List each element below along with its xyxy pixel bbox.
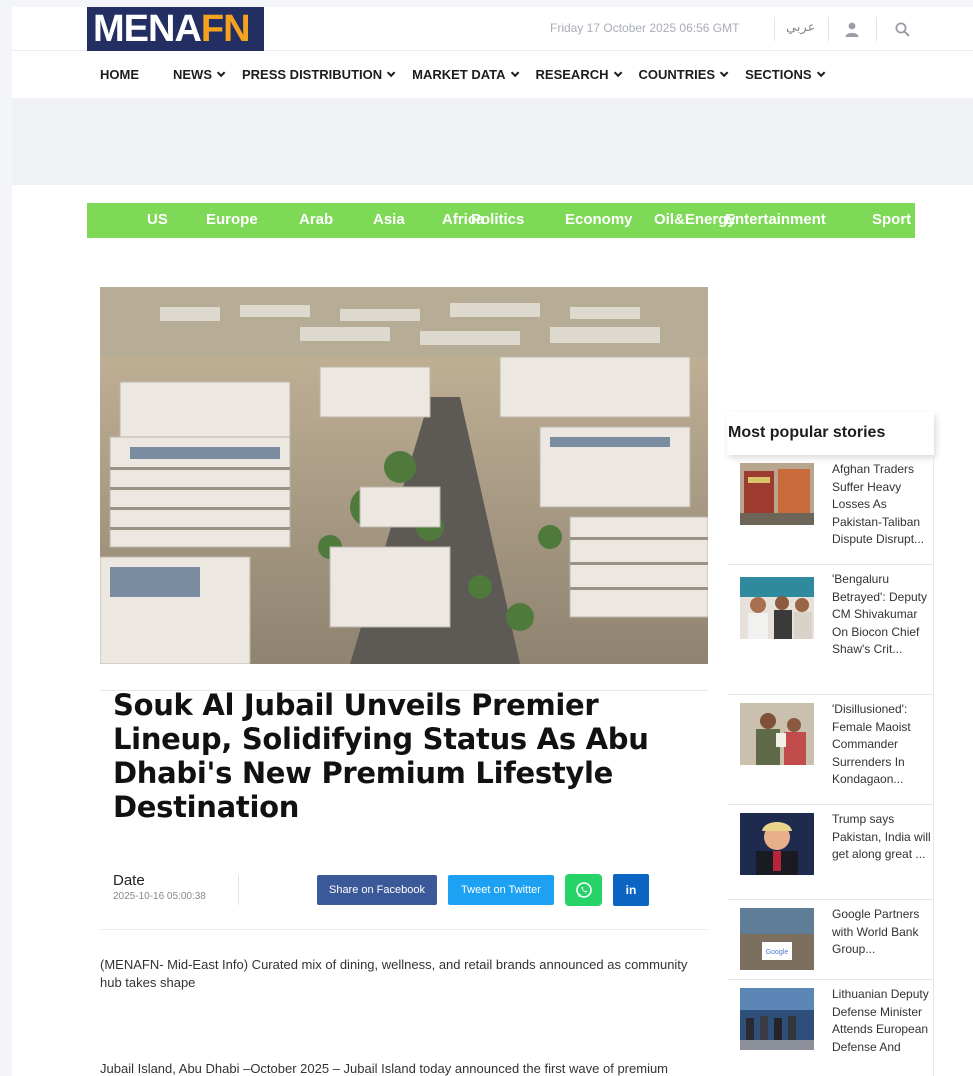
nav-label: MARKET DATA [412, 67, 506, 82]
ad-banner-placeholder [12, 98, 973, 185]
article-title: Souk Al Jubail Unveils Premier Lineup, S… [113, 688, 649, 824]
popular-story[interactable]: Google Google Partners with World Bank G… [728, 900, 934, 980]
nav-label: COUNTRIES [638, 67, 716, 82]
nav-sections[interactable]: SECTIONS [745, 67, 825, 82]
chevron-down-icon [816, 68, 825, 77]
category-asia[interactable]: Asia [373, 211, 405, 228]
category-us[interactable]: US [147, 211, 168, 228]
category-arab[interactable]: Arab [299, 211, 333, 228]
menafn-logo[interactable]: MENA FN [87, 7, 264, 51]
divider [876, 17, 877, 41]
current-date: Friday 17 October 2025 06:56 GMT [550, 21, 740, 35]
divider [238, 875, 239, 905]
category-economy[interactable]: Economy [565, 211, 633, 228]
google-sign-text: Google [766, 949, 789, 956]
logo-text-fn: FN [200, 8, 251, 50]
story-title: 'Disillusioned': Female Maoist Commander… [832, 702, 911, 786]
chevron-down-icon [216, 68, 226, 77]
nav-research[interactable]: RESEARCH [535, 67, 622, 82]
nav-countries[interactable]: COUNTRIES [638, 67, 729, 82]
nav-press-distribution[interactable]: PRESS DISTRIBUTION [242, 67, 396, 82]
category-sport[interactable]: Sport [872, 211, 911, 228]
share-linkedin-button[interactable]: in [613, 874, 649, 906]
share-facebook-button[interactable]: Share on Facebook [317, 875, 437, 905]
story-thumbnail [740, 577, 814, 639]
nav-home[interactable]: HOME [100, 67, 139, 82]
top-bar: MENA FN Friday 17 October 2025 06:56 GMT … [12, 7, 973, 51]
whatsapp-icon [575, 882, 592, 898]
article-date: Date 2025-10-16 05:00:38 [113, 872, 206, 902]
category-bar: US Europe Arab Asia Africa Politics Econ… [87, 203, 915, 238]
popular-story[interactable]: 'Disillusioned': Female Maoist Commander… [728, 695, 934, 805]
divider [828, 17, 829, 41]
chevron-down-icon [510, 68, 519, 77]
category-entertainment[interactable]: Entertainment [725, 211, 826, 228]
nav-label: PRESS DISTRIBUTION [242, 67, 383, 82]
story-thumbnail: Google [740, 908, 814, 970]
share-twitter-button[interactable]: Tweet on Twitter [448, 875, 554, 905]
article-paragraph: Jubail Island, Abu Dhabi –October 2025 –… [100, 1061, 669, 1076]
story-thumbnail [740, 813, 814, 875]
most-popular-heading: Most popular stories [727, 412, 934, 455]
story-thumbnail [740, 703, 814, 765]
popular-story[interactable]: Trump says Pakistan, India will get alon… [728, 805, 934, 900]
story-title: Google Partners with World Bank Group... [832, 907, 920, 956]
story-thumbnail [740, 988, 814, 1050]
arabic-language-link[interactable]: عربي [786, 20, 815, 35]
main-navigation: HOME NEWS PRESS DISTRIBUTION MARKET DATA… [12, 51, 973, 98]
logo-text-mena: MENA [93, 8, 202, 50]
story-title: Trump says Pakistan, India will get alon… [832, 812, 931, 861]
story-title: Lithuanian Deputy Defense Minister Atten… [832, 987, 929, 1054]
chevron-down-icon [613, 68, 622, 77]
category-europe[interactable]: Europe [206, 211, 258, 228]
divider [774, 17, 775, 41]
category-oil-energy[interactable]: Oil&Energy [654, 211, 736, 228]
story-thumbnail [740, 463, 814, 525]
popular-story[interactable]: Afghan Traders Suffer Heavy Losses As Pa… [728, 455, 934, 565]
nav-label: RESEARCH [535, 67, 609, 82]
divider [100, 929, 708, 930]
nav-label: NEWS [173, 67, 212, 82]
story-title: Afghan Traders Suffer Heavy Losses As Pa… [832, 462, 925, 546]
story-title: 'Bengaluru Betrayed': Deputy CM Shivakum… [832, 572, 928, 656]
article-paragraph: (MENAFN- Mid-East Info) Curated mix of d… [100, 957, 688, 990]
popular-story[interactable]: Lithuanian Deputy Defense Minister Atten… [728, 980, 934, 1076]
article-hero-image [100, 287, 708, 664]
share-whatsapp-button[interactable] [565, 874, 602, 906]
nav-news[interactable]: NEWS [173, 67, 226, 82]
date-label: Date [113, 872, 145, 889]
nav-label: SECTIONS [745, 67, 812, 82]
category-politics[interactable]: Politics [471, 211, 524, 228]
date-value: 2025-10-16 05:00:38 [113, 891, 206, 902]
chevron-down-icon [387, 68, 396, 77]
page: MENA FN Friday 17 October 2025 06:56 GMT … [12, 7, 973, 1076]
user-icon[interactable] [842, 19, 862, 39]
nav-market-data[interactable]: MARKET DATA [412, 67, 519, 82]
search-icon[interactable] [892, 19, 912, 39]
nav-label: HOME [100, 67, 139, 82]
chevron-down-icon [719, 68, 729, 77]
popular-story[interactable]: 'Bengaluru Betrayed': Deputy CM Shivakum… [728, 565, 934, 695]
